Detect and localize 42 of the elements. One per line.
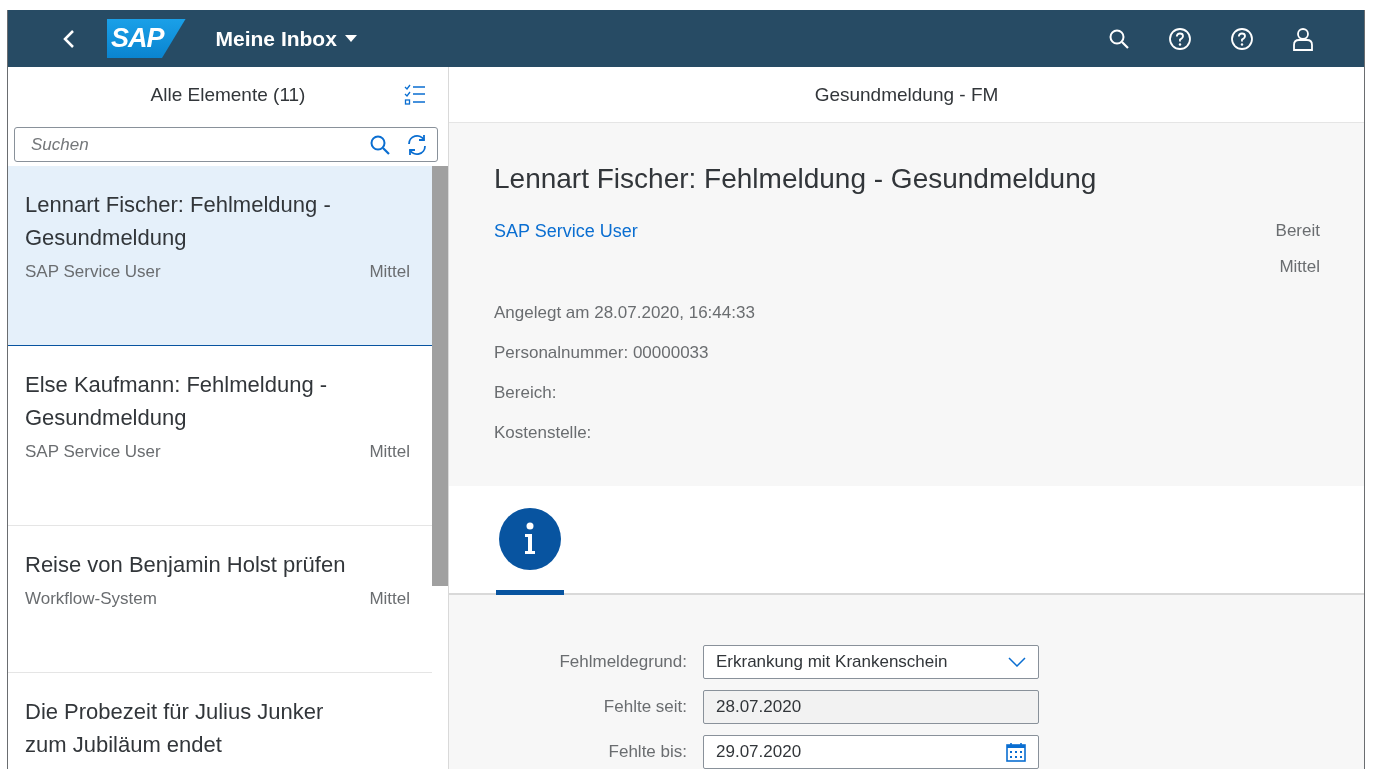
- chevron-down-icon: [1008, 657, 1026, 667]
- attribute-text: Angelegt am 28.07.2020, 16:44:33: [494, 302, 756, 324]
- search-field[interactable]: Suchen: [29, 133, 355, 156]
- app-title-menu[interactable]: Meine Inbox: [215, 26, 357, 51]
- status-text: Bereit: [1275, 221, 1320, 242]
- creator-link[interactable]: SAP Service User: [494, 221, 638, 257]
- item-creator: SAP Service User: [25, 442, 161, 462]
- caret-icon: [344, 34, 357, 43]
- back-icon[interactable]: [63, 28, 75, 49]
- user-icon[interactable]: [1292, 26, 1314, 51]
- item-title: Die Probezeit für Julius Junker zum Jubiläum endet: [25, 698, 325, 759]
- item-title: Reise von Benjamin Holst prüfen: [25, 551, 347, 579]
- field-label: Fehlte bis:: [607, 742, 688, 762]
- item-creator: SAP Service User: [25, 262, 161, 282]
- field-label: Fehlmeldegrund:: [558, 652, 688, 672]
- search-icon[interactable]: [369, 133, 391, 156]
- task-heading: Lennart Fischer: Fehlmeldung - Gesundmeldung: [494, 163, 1098, 195]
- item-priority: Mittel: [369, 262, 410, 282]
- item-title: Else Kaufmann: Fehlmeldung - Gesundmeldung: [25, 371, 329, 432]
- item-title: Lennart Fischer: Fehlmeldung - Gesundmeldung: [25, 191, 332, 252]
- select-field[interactable]: Erkrankung mit Krankenschein: [703, 645, 1039, 679]
- scrollbar-thumb[interactable]: [432, 166, 448, 586]
- list-title: Alle Elemente (11): [150, 84, 306, 106]
- search-icon[interactable]: [1108, 27, 1130, 50]
- calendar-icon: [1006, 742, 1026, 762]
- attribute-text: Bereich:: [494, 382, 558, 404]
- priority-text: Mittel: [1279, 257, 1320, 278]
- attribute-text: Kostenstelle:: [494, 422, 593, 444]
- item-creator: Workflow-System: [25, 589, 157, 609]
- inbox-item[interactable]: Lennart Fischer: Fehlmeldung - Gesundmeldung SAP Service User Mittel: [8, 166, 432, 346]
- info-icon: [499, 508, 561, 570]
- field-label: Fehlte seit:: [602, 697, 688, 717]
- search-bar[interactable]: Suchen: [14, 127, 438, 162]
- item-priority: Mittel: [369, 442, 410, 462]
- multi-select-icon[interactable]: [404, 84, 426, 106]
- help-icon[interactable]: [1230, 26, 1254, 51]
- attribute-text: Personalnummer: 00000033: [494, 342, 710, 364]
- date-field[interactable]: 29.07.2020: [703, 735, 1039, 769]
- help-icon[interactable]: [1168, 26, 1192, 51]
- page-title: Gesundmeldung - FM: [814, 83, 999, 106]
- refresh-icon[interactable]: [405, 132, 429, 157]
- item-priority: Mittel: [369, 589, 410, 609]
